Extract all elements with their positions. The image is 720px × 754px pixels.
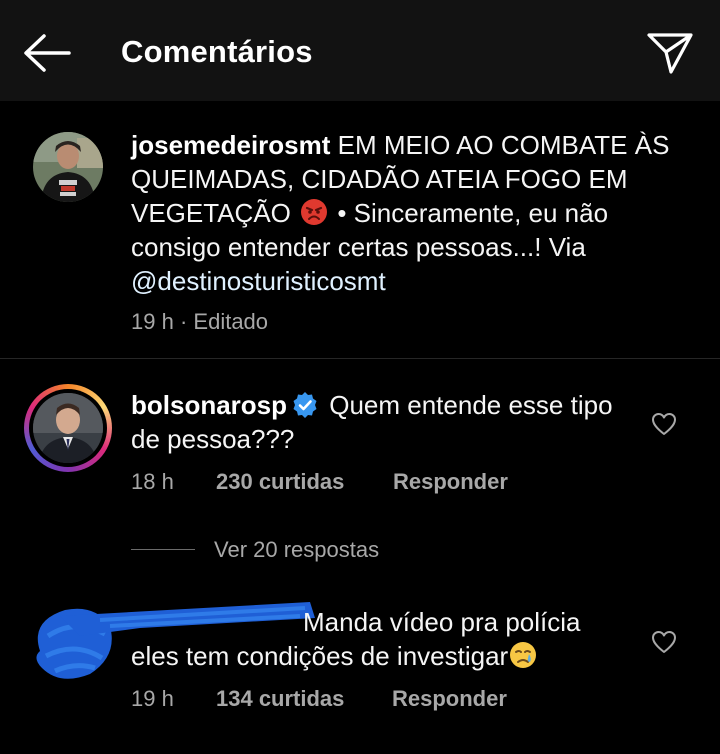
reply-button[interactable]: Responder [393, 469, 508, 495]
caption-text: josemedeirosmt EM MEIO AO COMBATE ÀS QUE… [131, 128, 691, 298]
replies-divider-line [131, 549, 195, 550]
comment-time: 18 h [131, 469, 174, 494]
comment-text: bolsonarosp Quem entende esse tipo de pe… [131, 388, 631, 456]
angry-face-icon [301, 199, 328, 225]
avatar-photo-icon [33, 393, 103, 463]
caption-time: 19 h [131, 309, 174, 334]
back-arrow-icon[interactable] [22, 33, 72, 73]
crying-face-icon [510, 642, 537, 668]
caption-mention-link[interactable]: @destinosturisticosmt [131, 266, 386, 296]
page-title: Comentários [121, 34, 313, 69]
like-heart-icon[interactable] [651, 412, 677, 436]
comment-meta: 19 h 134 curtidas Responder [131, 686, 551, 714]
like-heart-icon[interactable] [651, 630, 677, 654]
view-replies-link[interactable]: Ver 20 respostas [214, 537, 379, 563]
comment-meta: 18 h 230 curtidas Responder [131, 469, 551, 497]
post-caption: josemedeirosmt EM MEIO AO COMBATE ÀS QUE… [0, 101, 720, 359]
verified-badge-icon [293, 392, 317, 418]
caption-separator: · [179, 309, 188, 334]
caption-meta: 19 h · Editado [131, 309, 268, 335]
avatar-photo-icon [33, 132, 103, 202]
comment-like-count[interactable]: 134 curtidas [216, 686, 344, 712]
comment-text: Manda vídeo pra polícia eles tem condiçõ… [131, 605, 631, 673]
comment-username[interactable]: bolsonarosp [131, 390, 287, 420]
caption-edited-label: Editado [193, 309, 269, 334]
reply-button[interactable]: Responder [392, 686, 507, 712]
caption-author-avatar[interactable] [33, 132, 103, 202]
comment-author-avatar[interactable] [33, 393, 103, 463]
send-message-icon[interactable] [645, 28, 695, 76]
comment-like-count[interactable]: 230 curtidas [216, 469, 344, 495]
header-bar: Comentários [0, 0, 720, 101]
caption-username[interactable]: josemedeirosmt [131, 130, 330, 160]
comment-time: 19 h [131, 686, 174, 711]
